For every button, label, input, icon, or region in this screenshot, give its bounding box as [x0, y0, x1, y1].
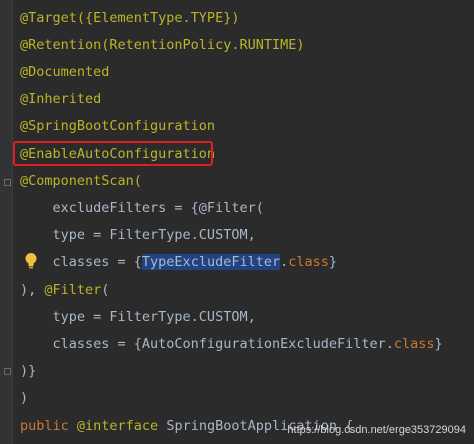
selected-identifier[interactable]: TypeExcludeFilter [141, 254, 281, 270]
code-text: . [280, 254, 289, 270]
code-line-13: classes = {AutoConfigurationExcludeFilte… [20, 333, 443, 355]
code-line-5: @SpringBootConfiguration [20, 118, 216, 134]
code-text: classes = {AutoConfigurationExcludeFilte… [20, 336, 394, 352]
code-text: ( [101, 282, 110, 298]
code-editor[interactable]: @Target({ElementType.TYPE}) @Retention(R… [0, 0, 474, 444]
code-line-7: @ComponentScan( [20, 173, 142, 189]
keyword-class: class [393, 336, 435, 352]
code-line-2: @Retention(RetentionPolicy.RUNTIME) [20, 37, 305, 53]
annotation-filter: @Filter [44, 282, 102, 298]
code-text: classes = { [20, 254, 142, 270]
code-line-3: @Documented [20, 64, 110, 80]
editor-gutter[interactable] [0, 0, 13, 444]
code-text: } [328, 254, 338, 270]
fold-marker-icon[interactable] [4, 179, 11, 186]
keyword-public: public [20, 418, 69, 434]
red-highlight-box [13, 141, 213, 166]
code-line-10: classes = {TypeExcludeFilter.class} [20, 251, 337, 273]
code-line-4: @Inherited [20, 91, 102, 107]
code-line-8: excludeFilters = {@Filter( [20, 200, 264, 216]
code-line-11: ), @Filter( [20, 279, 109, 301]
code-text: } [434, 336, 443, 352]
code-line-9: type = FilterType.CUSTOM, [20, 227, 256, 243]
code-text: ), [20, 282, 45, 298]
fold-marker-icon[interactable] [4, 368, 11, 375]
code-line-14: )} [20, 363, 37, 379]
watermark-text: https://blog.csdn.net/erge353729094 [287, 424, 466, 436]
keyword-class: class [288, 254, 329, 270]
annotation-interface: @interface [68, 418, 159, 434]
code-line-15: ) [20, 390, 29, 406]
code-line-1: @Target({ElementType.TYPE}) [20, 10, 240, 26]
code-line-12: type = FilterType.CUSTOM, [20, 309, 256, 325]
